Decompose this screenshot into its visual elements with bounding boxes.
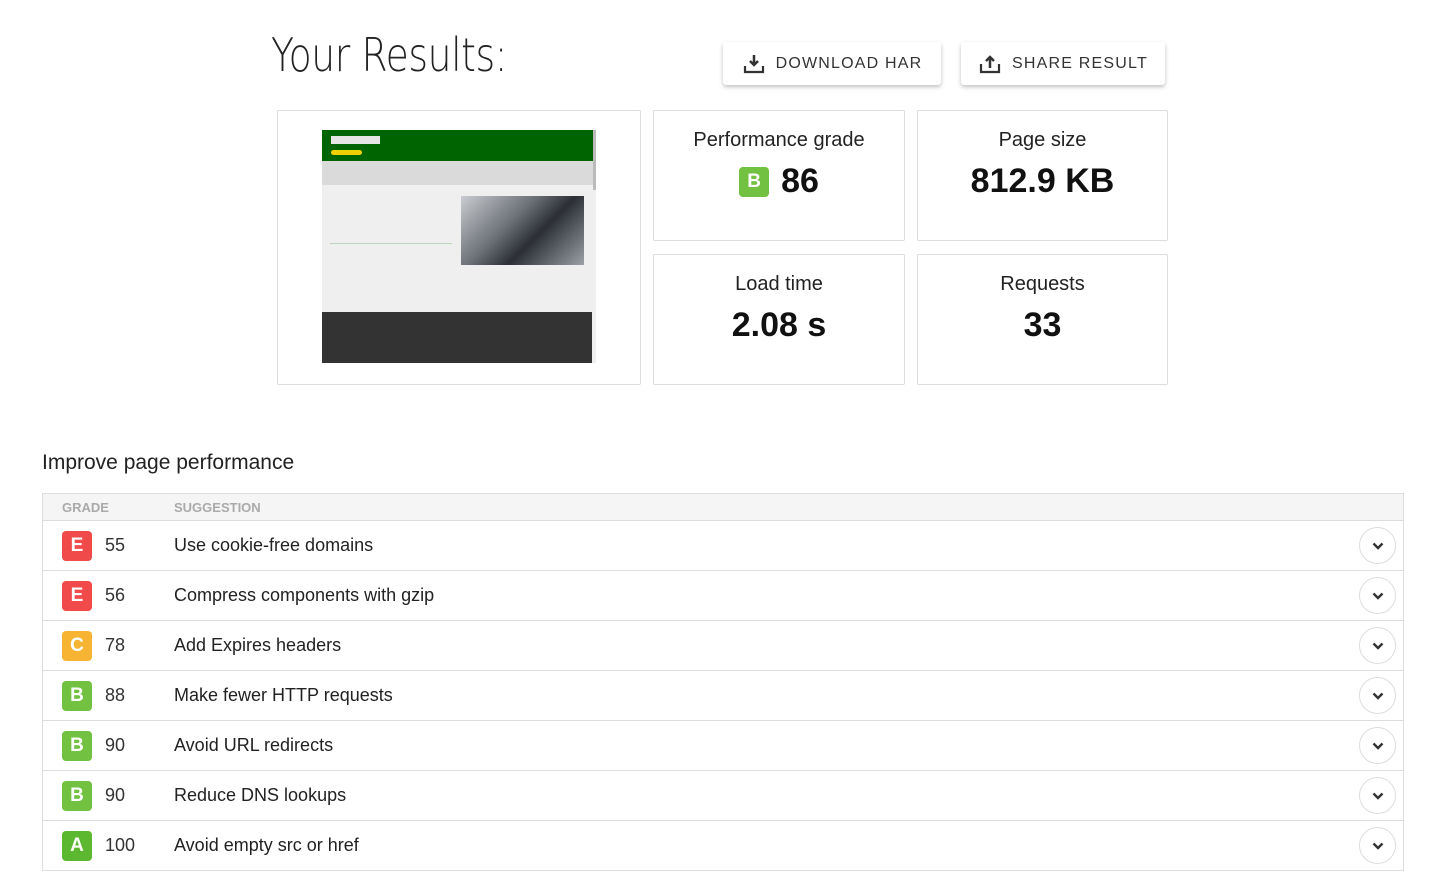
suggestions-table: GRADE SUGGESTION E 55 Use cookie-free do… bbox=[42, 493, 1404, 871]
performance-grade-label: Performance grade bbox=[693, 129, 865, 151]
chevron-down-icon bbox=[1372, 792, 1383, 800]
table-row[interactable]: B 88 Make fewer HTTP requests bbox=[43, 671, 1403, 721]
requests-label: Requests bbox=[1000, 273, 1085, 295]
score: 100 bbox=[105, 835, 136, 855]
performance-grade-card: Performance grade B 86 bbox=[653, 110, 905, 241]
table-header: GRADE SUGGESTION bbox=[43, 494, 1403, 521]
download-icon bbox=[743, 54, 764, 73]
expand-button[interactable] bbox=[1359, 727, 1396, 764]
chevron-down-icon bbox=[1372, 642, 1383, 650]
chevron-down-icon bbox=[1372, 842, 1383, 850]
suggestion-text: Reduce DNS lookups bbox=[174, 785, 347, 805]
score: 78 bbox=[105, 635, 126, 655]
load-time-value: 2.08 s bbox=[731, 306, 827, 344]
table-row[interactable]: A 100 Avoid empty src or href bbox=[43, 821, 1403, 871]
load-time-card: Load time 2.08 s bbox=[653, 254, 905, 385]
share-result-button[interactable]: SHARE RESULT bbox=[961, 42, 1165, 85]
suggestion-text: Make fewer HTTP requests bbox=[174, 685, 393, 705]
download-har-button[interactable]: DOWNLOAD HAR bbox=[723, 42, 941, 85]
load-time-label: Load time bbox=[735, 273, 823, 295]
suggestion-text: Avoid empty src or href bbox=[174, 835, 359, 855]
download-har-label: DOWNLOAD HAR bbox=[775, 54, 923, 72]
requests-card: Requests 33 bbox=[917, 254, 1168, 385]
score: 56 bbox=[105, 585, 126, 605]
grade-badge: A bbox=[62, 830, 92, 861]
share-result-label: SHARE RESULT bbox=[1012, 54, 1148, 72]
score: 90 bbox=[105, 785, 126, 805]
score: 90 bbox=[105, 735, 126, 755]
expand-button[interactable] bbox=[1359, 627, 1396, 664]
chevron-down-icon bbox=[1372, 742, 1383, 750]
grade-badge: B bbox=[62, 680, 92, 711]
chevron-down-icon bbox=[1372, 542, 1383, 550]
score: 88 bbox=[105, 685, 126, 705]
score: 55 bbox=[105, 535, 126, 555]
grade-badge: E bbox=[62, 530, 92, 561]
table-row[interactable]: E 56 Compress components with gzip bbox=[43, 571, 1403, 621]
suggestion-text: Use cookie-free domains bbox=[174, 535, 374, 555]
page-size-label: Page size bbox=[998, 129, 1087, 151]
page-size-card: Page size 812.9 KB bbox=[917, 110, 1168, 241]
column-grade: GRADE bbox=[62, 499, 109, 515]
table-row[interactable]: B 90 Avoid URL redirects bbox=[43, 721, 1403, 771]
section-title: Improve page performance bbox=[42, 451, 295, 474]
expand-button[interactable] bbox=[1359, 777, 1396, 814]
chevron-down-icon bbox=[1372, 592, 1383, 600]
page-title: Your Results: bbox=[271, 28, 508, 82]
table-row[interactable]: E 55 Use cookie-free domains bbox=[43, 521, 1403, 571]
requests-value: 33 bbox=[1023, 306, 1062, 344]
page-screenshot-thumbnail bbox=[322, 130, 596, 363]
share-icon bbox=[979, 54, 1001, 73]
expand-button[interactable] bbox=[1359, 677, 1396, 714]
suggestion-text: Avoid URL redirects bbox=[174, 735, 334, 755]
suggestion-text: Compress components with gzip bbox=[174, 585, 435, 605]
grade-badge: E bbox=[62, 580, 92, 611]
grade-badge: B bbox=[739, 166, 770, 197]
expand-button[interactable] bbox=[1359, 827, 1396, 864]
expand-button[interactable] bbox=[1359, 527, 1396, 564]
chevron-down-icon bbox=[1372, 692, 1383, 700]
performance-grade-value: 86 bbox=[781, 162, 819, 200]
table-row[interactable]: C 78 Add Expires headers bbox=[43, 621, 1403, 671]
table-row[interactable]: B 90 Reduce DNS lookups bbox=[43, 771, 1403, 821]
suggestion-text: Add Expires headers bbox=[174, 635, 342, 655]
grade-badge: B bbox=[62, 780, 92, 811]
grade-badge: B bbox=[62, 730, 92, 761]
page-size-value: 812.9 KB bbox=[970, 162, 1115, 200]
grade-badge: C bbox=[62, 630, 92, 661]
column-suggestion: SUGGESTION bbox=[174, 499, 261, 515]
expand-button[interactable] bbox=[1359, 577, 1396, 614]
